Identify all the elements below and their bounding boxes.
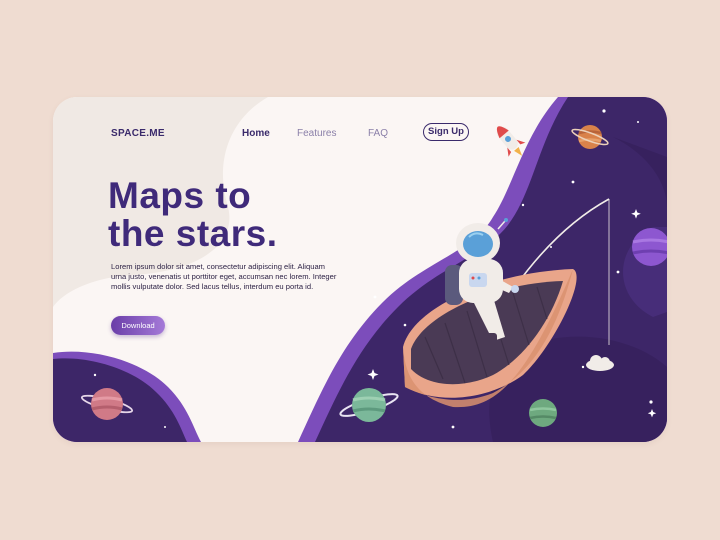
nav-item-features[interactable]: Features — [297, 128, 336, 139]
brand-logo[interactable]: SPACE.ME — [111, 128, 165, 139]
top-nav: SPACE.ME Home Features FAQ Sign Up — [53, 97, 667, 167]
hero-title-line-1: Maps to — [108, 175, 252, 216]
hero-description: Lorem ipsum dolor sit amet, consectetur … — [111, 262, 337, 291]
sign-up-button[interactable]: Sign Up — [423, 123, 469, 141]
planet-small-green-icon — [529, 399, 557, 427]
nav-item-home[interactable]: Home — [242, 128, 270, 139]
landing-card: SPACE.ME Home Features FAQ Sign Up Maps … — [53, 97, 667, 442]
download-button[interactable]: Download — [111, 316, 165, 335]
hero-title: Maps to the stars. — [108, 177, 278, 253]
nav-item-faq[interactable]: FAQ — [368, 128, 388, 139]
hero-title-line-2: the stars. — [108, 213, 278, 254]
